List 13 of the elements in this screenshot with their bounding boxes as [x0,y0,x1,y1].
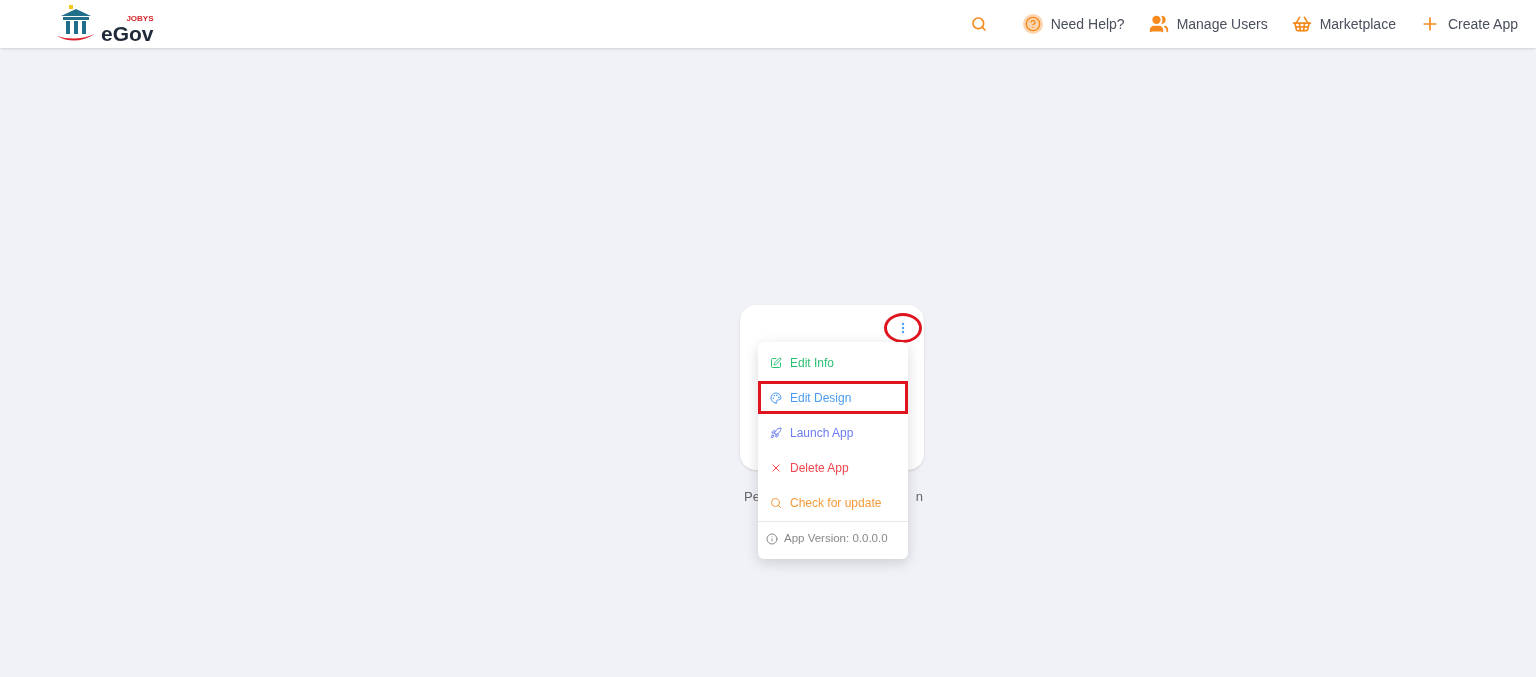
app-version: App Version: 0.0.0.0 [758,522,908,555]
logo-tag: JOBYS [126,15,154,23]
nav-link[interactable]: Create App [1419,13,1518,35]
logo-text: eGov [101,23,154,44]
menu-item[interactable]: Edit Info [758,346,908,379]
nav-link[interactable]: Manage Users [1148,13,1268,35]
nav-link[interactable]: Marketplace [1291,13,1396,35]
menu-item[interactable]: Edit Design [758,381,908,414]
menu-item[interactable]: Check for update [758,486,908,519]
menu-item[interactable]: Launch App [758,416,908,449]
menu-item[interactable]: Delete App [758,451,908,484]
nav-link[interactable]: Need Help? [1022,13,1125,35]
app-name: n [915,488,923,506]
